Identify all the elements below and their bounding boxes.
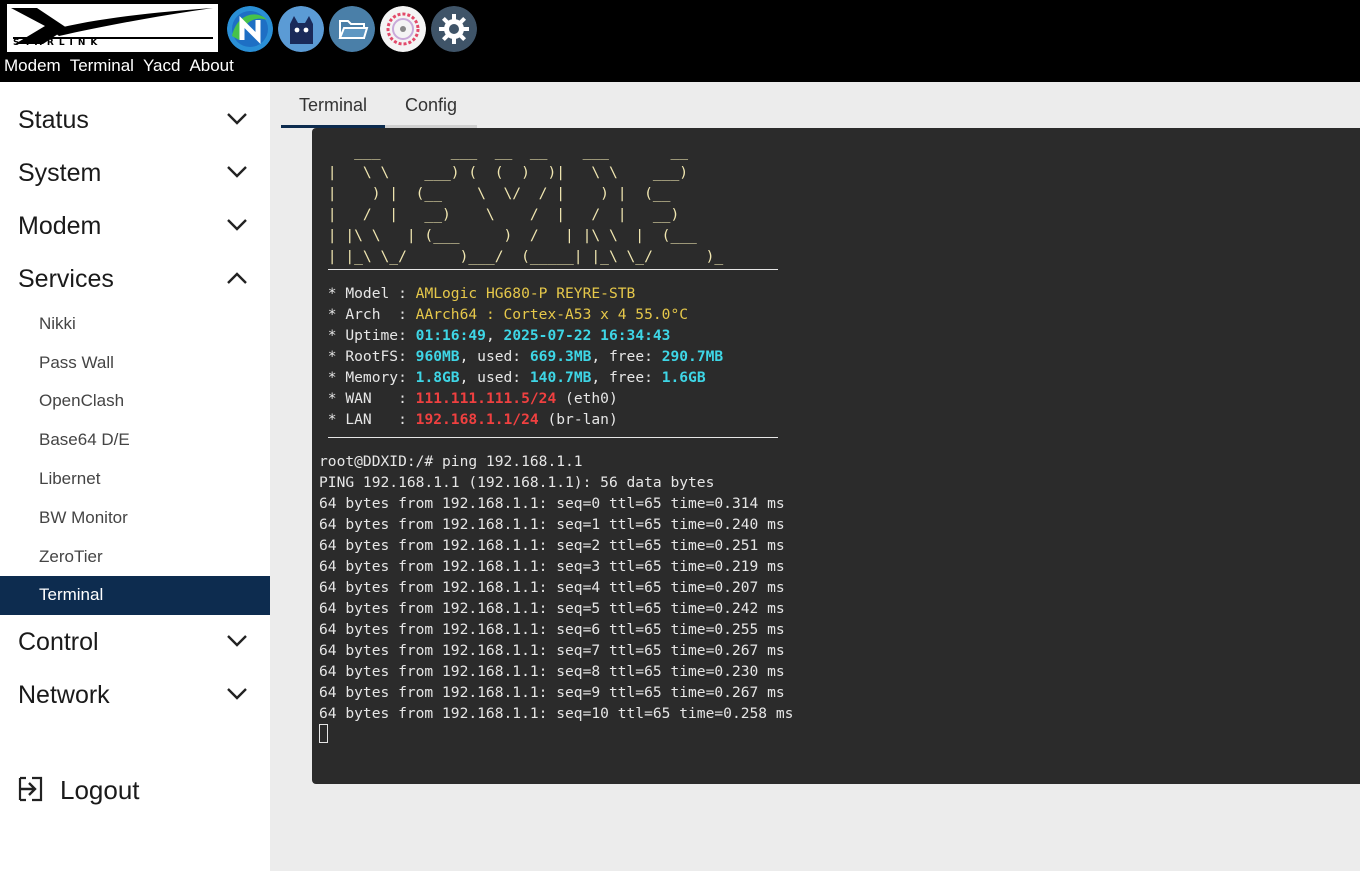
sidebar-item-label: Base64 D/E [39, 430, 130, 449]
gear-icon[interactable] [431, 6, 477, 52]
section-label: Modem [18, 212, 102, 240]
section-label: Network [18, 681, 110, 709]
sidebar-item-label: Pass Wall [39, 353, 114, 372]
top-nav-yacd[interactable]: Yacd [143, 56, 181, 76]
top-nav-terminal[interactable]: Terminal [70, 56, 134, 76]
info-lan: * LAN : 192.168.1.1/24 (br-lan) [319, 411, 618, 428]
info-arch: * Arch : AArch64 : Cortex-A53 x 4 55.0°C [319, 306, 689, 323]
divider [328, 437, 778, 438]
sidebar-item-openclash[interactable]: OpenClash [0, 382, 270, 421]
logo-text: STARLINK [13, 38, 103, 48]
section-label: Control [18, 628, 99, 656]
chevron-down-icon [227, 635, 247, 647]
terminal-line: 64 bytes from 192.168.1.1: seq=10 ttl=65… [319, 705, 794, 722]
terminal-window[interactable]: ___ ___ __ __ ___ __ | \ \ ___) ( ( ) )|… [312, 128, 1360, 784]
starlink-logo[interactable]: STARLINK [7, 4, 218, 52]
folder-icon[interactable] [329, 6, 375, 52]
sidebar-item-terminal[interactable]: Terminal [0, 576, 270, 615]
top-nav-modem[interactable]: Modem [4, 56, 61, 76]
terminal-line: 64 bytes from 192.168.1.1: seq=4 ttl=65 … [319, 579, 785, 596]
chevron-down-icon [227, 219, 247, 231]
sidebar-section-control[interactable]: Control [0, 616, 270, 669]
sidebar-item-bw-monitor[interactable]: BW Monitor [0, 499, 270, 538]
top-header: STARLINK Modem Terminal Yacd About [0, 0, 1360, 82]
sidebar-item-label: OpenClash [39, 391, 125, 410]
info-model: * Model : AMLogic HG680-P REYRE-STB [319, 285, 636, 302]
banner-line: | \ \ ___) ( ( ) )| \ \ ___) [319, 164, 689, 181]
chevron-down-icon [227, 113, 247, 125]
gauge-icon[interactable] [380, 6, 426, 52]
terminal-line: PING 192.168.1.1 (192.168.1.1): 56 data … [319, 474, 715, 491]
terminal-line: root@DDXID:/# ping 192.168.1.1 [319, 453, 583, 470]
terminal-line: 64 bytes from 192.168.1.1: seq=0 ttl=65 … [319, 495, 785, 512]
info-wan: * WAN : 111.111.111.5/24 (eth0) [319, 390, 618, 407]
logout-label: Logout [60, 775, 140, 805]
terminal-line: 64 bytes from 192.168.1.1: seq=2 ttl=65 … [319, 537, 785, 554]
terminal-line: 64 bytes from 192.168.1.1: seq=3 ttl=65 … [319, 558, 785, 575]
banner-line: ___ ___ __ __ ___ __ [319, 143, 689, 160]
sidebar-section-services[interactable]: Services [0, 253, 270, 306]
nikki-icon[interactable] [227, 6, 273, 52]
section-label: System [18, 159, 102, 187]
tab-terminal[interactable]: Terminal [281, 82, 385, 128]
banner-line: | / | __) \ / | / | __) [319, 206, 680, 223]
tab-config[interactable]: Config [385, 82, 477, 128]
sidebar-item-nikki[interactable]: Nikki [0, 305, 270, 344]
info-memory: * Memory: 1.8GB, used: 140.7MB, free: 1.… [319, 369, 706, 386]
banner-line: | ) | (__ \ \/ / | ) | (__ [319, 185, 671, 202]
terminal-line: 64 bytes from 192.168.1.1: seq=8 ttl=65 … [319, 663, 785, 680]
sidebar-item-pass-wall[interactable]: Pass Wall [0, 344, 270, 383]
logout-icon [18, 776, 43, 802]
chevron-up-icon [227, 272, 247, 284]
terminal-line: 64 bytes from 192.168.1.1: seq=7 ttl=65 … [319, 642, 785, 659]
sidebar-item-libernet[interactable]: Libernet [0, 460, 270, 499]
sidebar-item-label: Nikki [39, 314, 76, 333]
sidebar-item-base64[interactable]: Base64 D/E [0, 421, 270, 460]
info-uptime: * Uptime: 01:16:49, 2025-07-22 16:34:43 [319, 327, 671, 344]
terminal-line: 64 bytes from 192.168.1.1: seq=1 ttl=65 … [319, 516, 785, 533]
banner-line: | |_\ \_/ )___/ (_____| |_\ \_/ )_ [319, 248, 724, 265]
terminal-line: 64 bytes from 192.168.1.1: seq=6 ttl=65 … [319, 621, 785, 638]
chevron-down-icon [227, 688, 247, 700]
logout-button[interactable]: Logout [0, 764, 270, 814]
tab-label: Config [404, 95, 458, 115]
openclash-cat-icon[interactable] [278, 6, 324, 52]
terminal-line: 64 bytes from 192.168.1.1: seq=9 ttl=65 … [319, 684, 785, 701]
terminal-cursor [319, 724, 328, 743]
tab-label: Terminal [298, 95, 368, 115]
sidebar-item-label: Terminal [39, 585, 104, 604]
sidebar-item-label: BW Monitor [39, 508, 128, 527]
chevron-down-icon [227, 166, 247, 178]
section-label: Status [18, 106, 89, 134]
sidebar-section-network[interactable]: Network [0, 669, 270, 722]
sidebar-item-zerotier[interactable]: ZeroTier [0, 538, 270, 577]
sidebar-section-system[interactable]: System [0, 147, 270, 200]
sidebar-item-label: Libernet [39, 469, 101, 488]
sidebar: Status System Modem Services Nikki Pass … [0, 82, 270, 871]
sidebar-item-label: ZeroTier [39, 547, 103, 566]
divider [328, 269, 778, 270]
sidebar-section-modem[interactable]: Modem [0, 200, 270, 253]
banner-line: | |\ \ | (___ ) / | |\ \ | (___ [319, 227, 697, 244]
section-label: Services [18, 265, 114, 293]
top-nav-about[interactable]: About [189, 56, 233, 76]
top-nav: Modem Terminal Yacd About [4, 56, 234, 76]
sidebar-section-status[interactable]: Status [0, 94, 270, 147]
info-rootfs: * RootFS: 960MB, used: 669.3MB, free: 29… [319, 348, 724, 365]
terminal-line: 64 bytes from 192.168.1.1: seq=5 ttl=65 … [319, 600, 785, 617]
